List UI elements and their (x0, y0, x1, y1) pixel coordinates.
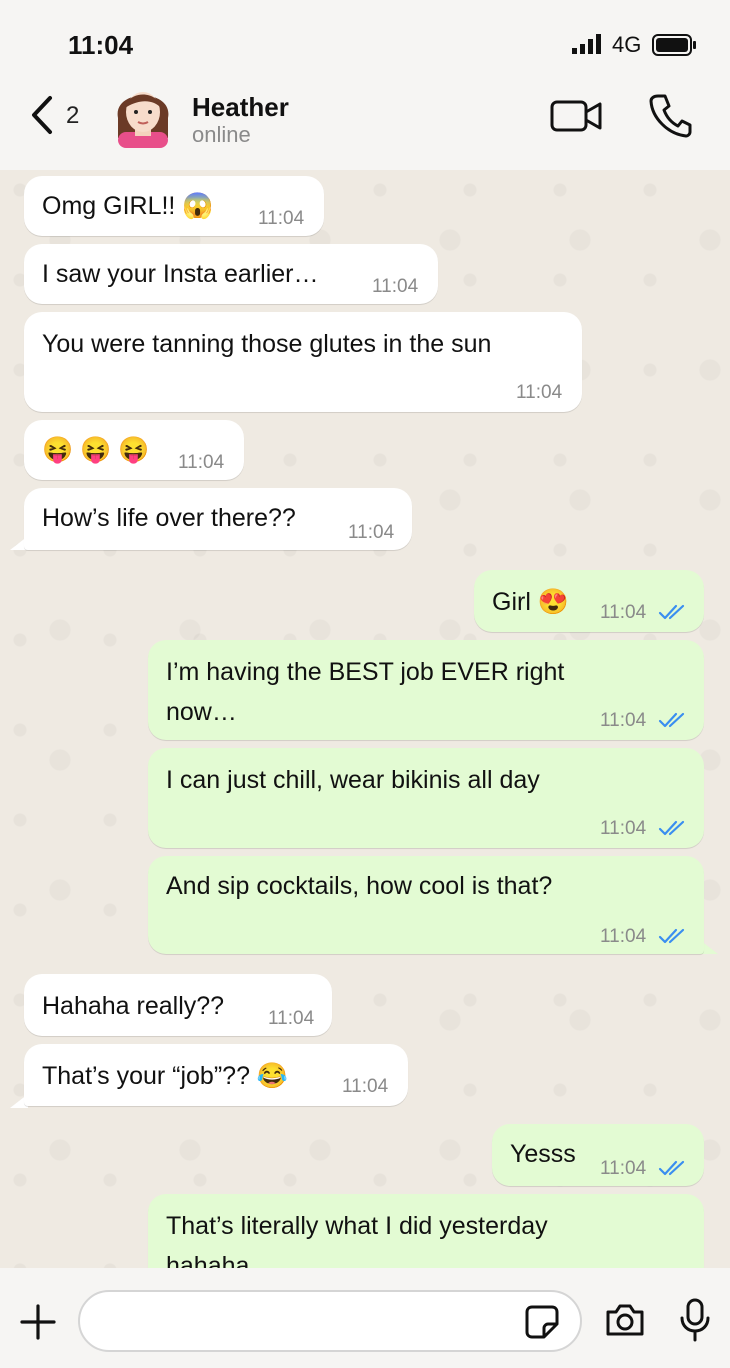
message-bubble[interactable]: 😝 😝 😝 11:04 (24, 420, 244, 480)
message-time: 11:04 (600, 926, 647, 947)
message-time: 11:04 (268, 1008, 315, 1029)
message-text: I’m having the BEST job EVER right now… (166, 658, 565, 726)
message-time: 11:04 (600, 602, 647, 623)
message-bubble[interactable]: Girl 😍 11:04 (474, 570, 704, 632)
phone-call-icon[interactable] (648, 92, 694, 138)
signal-icon (572, 34, 601, 54)
message-text: Girl 😍 (492, 588, 569, 616)
message-bubble[interactable]: You were tanning those glutes in the sun… (24, 312, 582, 412)
message-time: 11:04 (516, 382, 563, 403)
message-text: Yesss (510, 1140, 576, 1168)
message-time: 11:04 (178, 452, 225, 473)
plus-icon[interactable] (20, 1304, 56, 1340)
message-bubble[interactable]: That’s your “job”?? 😂 11:04 (24, 1044, 408, 1106)
avatar[interactable] (110, 78, 176, 148)
unread-count[interactable]: 2 (66, 102, 79, 130)
message-text: How’s life over there?? (42, 504, 296, 532)
video-call-icon[interactable] (548, 96, 604, 136)
message-text: That’s literally what I did yesterday ha… (166, 1212, 548, 1268)
message-text: That’s your “job”?? 😂 (42, 1062, 289, 1090)
battery-icon (652, 34, 696, 56)
read-receipt-icon (658, 820, 685, 836)
message-time: 11:04 (600, 818, 647, 839)
message-input[interactable] (78, 1290, 582, 1352)
message-bubble[interactable]: Omg GIRL!! 😱 11:04 (24, 176, 324, 236)
contact-status: online (192, 122, 251, 147)
message-text: Hahaha really?? (42, 992, 225, 1020)
read-receipt-icon (658, 604, 685, 620)
message-time: 11:04 (600, 1158, 647, 1179)
message-composer (0, 1268, 730, 1368)
message-text: 😝 😝 😝 (42, 436, 150, 464)
message-time: 11:04 (372, 276, 419, 297)
chat-area[interactable]: Omg GIRL!! 😱 11:04 I saw your Insta earl… (0, 170, 730, 1268)
microphone-icon[interactable] (678, 1298, 712, 1342)
message-time: 11:04 (348, 522, 395, 543)
message-bubble[interactable]: How’s life over there?? 11:04 (24, 488, 412, 550)
message-text: I saw your Insta earlier… (42, 260, 319, 288)
read-receipt-icon (658, 712, 685, 728)
message-bubble[interactable]: I’m having the BEST job EVER right now… … (148, 640, 704, 740)
message-text: Omg GIRL!! 😱 (42, 192, 214, 220)
message-bubble[interactable]: And sip cocktails, how cool is that? 11:… (148, 856, 704, 954)
message-bubble[interactable]: Hahaha really?? 11:04 (24, 974, 332, 1036)
message-time: 11:04 (258, 208, 305, 229)
message-bubble[interactable]: That’s literally what I did yesterday ha… (148, 1194, 704, 1268)
message-bubble[interactable]: I can just chill, wear bikinis all day 1… (148, 748, 704, 848)
message-text: I can just chill, wear bikinis all day (166, 766, 540, 794)
message-text: And sip cocktails, how cool is that? (166, 872, 553, 900)
message-time: 11:04 (342, 1076, 389, 1097)
sticker-icon[interactable] (524, 1304, 560, 1340)
contact-name[interactable]: Heather (192, 92, 289, 123)
message-time: 11:04 (600, 710, 647, 731)
read-receipt-icon (658, 928, 685, 944)
status-bar: 11:04 4G (0, 0, 730, 80)
read-receipt-icon (658, 1160, 685, 1176)
message-bubble[interactable]: Yesss 11:04 (492, 1124, 704, 1186)
chat-header: 2 Heather online (0, 80, 730, 170)
message-text: You were tanning those glutes in the sun (42, 330, 492, 358)
camera-icon[interactable] (604, 1302, 646, 1338)
message-bubble[interactable]: I saw your Insta earlier… 11:04 (24, 244, 438, 304)
network-type: 4G (612, 32, 642, 57)
status-time: 11:04 (68, 30, 134, 60)
